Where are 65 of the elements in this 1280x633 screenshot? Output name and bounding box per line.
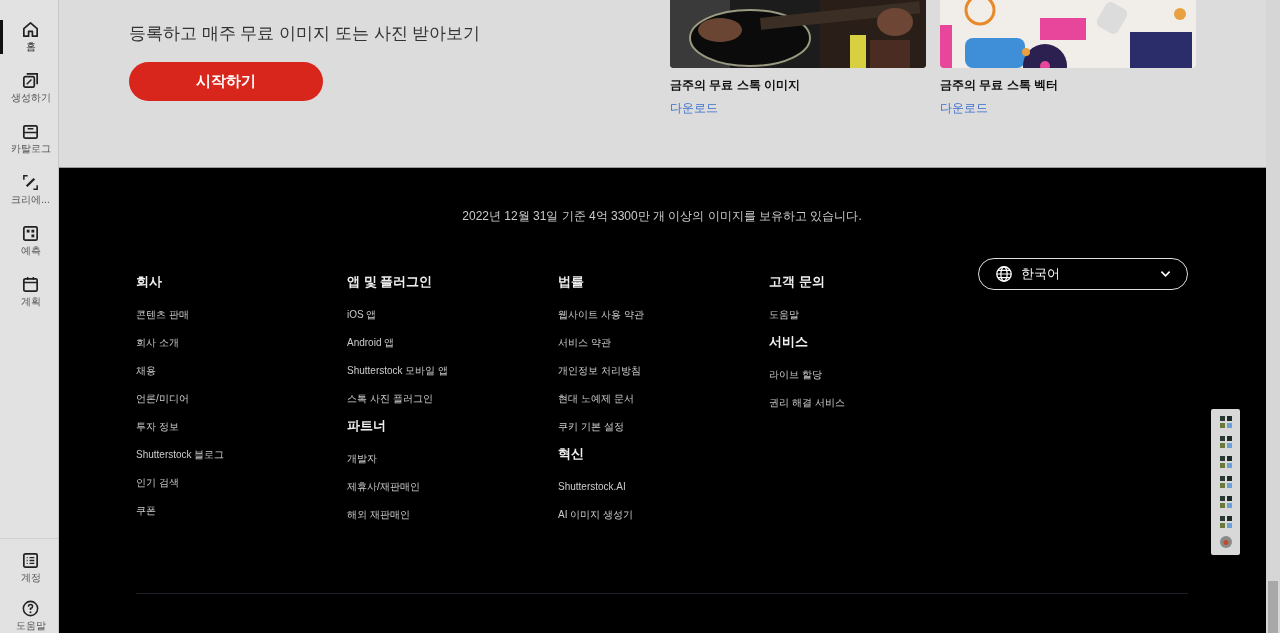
footer-link[interactable]: 콘텐츠 판매 [136,307,189,323]
scrollbar[interactable] [1266,0,1280,633]
footer-link[interactable]: 인기 검색 [136,475,179,491]
home-icon [21,20,40,39]
download-link[interactable]: 다운로드 [940,100,988,117]
footer-heading: 앱 및 플러그인 [347,273,433,291]
footer-link[interactable]: 쿠폰 [136,503,156,519]
footer-link[interactable]: 언론/미디어 [136,391,189,407]
language-select[interactable]: 한국어 [978,258,1188,290]
footer-link[interactable]: 현대 노예제 문서 [558,391,634,407]
thumbnail-icon[interactable] [1219,416,1232,428]
card-title: 금주의 무료 스톡 벡터 [940,77,1058,94]
chevron-down-icon [1160,270,1171,278]
footer-link[interactable]: 쿠키 기본 설정 [558,419,624,435]
footer-link[interactable]: 스톡 사진 플러그인 [347,391,433,407]
footer-heading: 파트너 [347,417,386,435]
list-icon [21,551,40,570]
pencil-icon [21,173,40,192]
footer-link[interactable]: 라이브 할당 [769,367,822,383]
footer-link[interactable]: 개발자 [347,451,377,467]
sidebar-item[interactable]: 크리에... [0,173,58,207]
footer-link[interactable]: 권리 해결 서비스 [769,395,845,411]
footer-link[interactable]: iOS 앱 [347,307,377,323]
sidebar-item[interactable]: 카탈로그 [0,122,58,156]
hero-subtitle: 등록하고 매주 무료 이미지 또는 사진 받아보기 [129,23,482,45]
footer-heading: 법률 [558,273,584,291]
avatar-icon[interactable] [1219,536,1232,548]
tray-icon [21,122,40,141]
sidebar-item[interactable]: 도움말 [0,599,58,633]
sidebar-item[interactable]: 예측 [0,224,58,258]
help-icon [21,599,40,618]
footer-link[interactable]: Shutterstock.AI [558,479,626,495]
thumbnail-icon[interactable] [1219,496,1232,508]
image-count-text: 2022년 12월 31일 기준 4억 3300만 개 이상의 이미지를 보유하고 있습니다. [461,208,863,225]
footer-link[interactable]: 도움말 [769,307,799,323]
calendar-icon [21,275,40,294]
dashboard-icon [21,224,40,243]
footer-link[interactable]: 개인정보 처리방침 [558,363,641,379]
footer-heading: 회사 [136,273,162,291]
download-link[interactable]: 다운로드 [670,100,718,117]
sidebar-item[interactable]: 계획 [0,275,58,309]
card-title: 금주의 무료 스톡 이미지 [670,77,800,94]
sidebar-item[interactable]: 계정 [0,551,58,585]
footer-heading: 서비스 [769,333,808,351]
footer-link[interactable]: 해외 재판매인 [347,507,410,523]
layers-icon [21,71,40,90]
footer-link[interactable]: 투자 정보 [136,419,179,435]
footer-link[interactable]: 서비스 약관 [558,335,611,351]
thumbnail-icon[interactable] [1219,476,1232,488]
footer-link[interactable]: Shutterstock 모바일 앱 [347,363,449,379]
footer-link[interactable]: AI 이미지 생성기 [558,507,633,523]
footer-link[interactable]: Shutterstock 블로그 [136,447,225,463]
start-button[interactable]: 시작하기 [129,62,323,101]
footer-heading: 고객 문의 [769,273,825,291]
footer-link[interactable]: 채용 [136,363,156,379]
thumbnail-icon[interactable] [1219,456,1232,468]
footer-link[interactable]: 회사 소개 [136,335,179,351]
sidebar-item[interactable]: 생성하기 [0,71,58,105]
thumbnail-icon[interactable] [1219,516,1232,528]
globe-icon [995,265,1013,283]
footer-link[interactable]: 웹사이트 사용 약관 [558,307,644,323]
footer-heading: 혁신 [558,445,584,463]
thumbnail-icon[interactable] [1219,436,1232,448]
footer-link[interactable]: Android 앱 [347,335,395,351]
footer-link[interactable]: 제휴사/재판매인 [347,479,420,495]
